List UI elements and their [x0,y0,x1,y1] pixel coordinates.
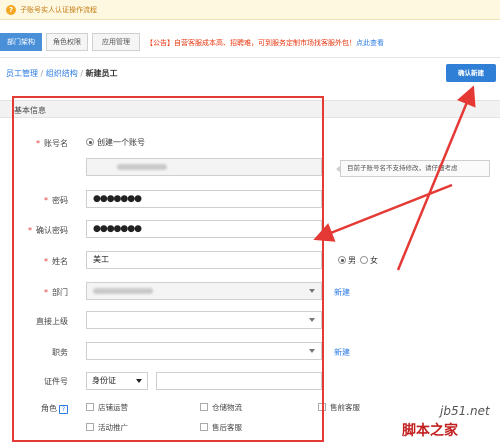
tab-apps[interactable]: 应用管理 [92,33,140,51]
confirm-create-button[interactable]: 确认新建 [446,64,496,82]
tab-bar: 部门架构 角色权限 应用管理 [0,33,144,51]
announcement-link[interactable]: 点此查看 [356,39,384,47]
tab-roles[interactable]: 角色权限 [46,33,88,51]
help-icon: ? [6,5,16,15]
announcement: 【公告】自营客服成本高、招聘难，可到服务定制市场找客服外包！点此查看 [146,38,384,48]
gender-male-radio[interactable] [338,256,346,264]
breadcrumb-sep: / [77,69,86,78]
header-divider [0,57,500,58]
breadcrumb-staff[interactable]: 员工管理 [6,69,38,78]
breadcrumb-org[interactable]: 组织结构 [46,69,78,78]
gender-female-radio[interactable] [360,256,368,264]
verification-guide-link[interactable]: 子账号实人认证操作流程 [20,5,97,15]
breadcrumb-sep: / [38,69,46,78]
announcement-text: 【公告】自营客服成本高、招聘难，可到服务定制市场找客服外包！ [146,39,356,47]
gender-male-label: 男 [348,256,356,265]
new-position-link[interactable]: 新建 [334,347,350,358]
arrow-to-form [313,183,453,242]
account-tip: 目前子账号名不支持修改，请仔细考虑 [336,160,490,177]
gender-female-label: 女 [370,256,378,265]
new-department-link[interactable]: 新建 [334,287,350,298]
top-notice-bar: ? 子账号实人认证操作流程 [0,0,500,20]
breadcrumb: 员工管理 / 组织结构 / 新建员工 [6,68,118,79]
role-label: 售前客服 [330,403,360,412]
watermark-logo: 脚本之家 [402,423,458,439]
tab-department[interactable]: 部门架构 [0,33,42,51]
watermark-url: jb51.net [440,404,490,418]
highlight-box [12,96,324,442]
breadcrumb-current: 新建员工 [85,69,118,78]
